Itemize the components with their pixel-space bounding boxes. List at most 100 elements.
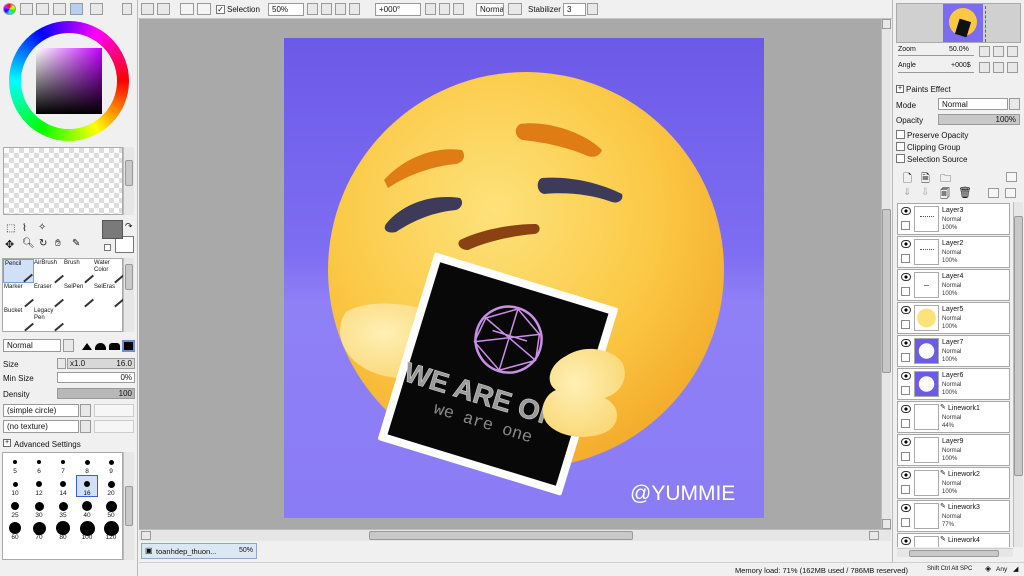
- primary-color-box[interactable]: [102, 220, 123, 239]
- rect-select-icon[interactable]: ⬚: [6, 223, 15, 234]
- visibility-eye-icon[interactable]: [901, 438, 911, 446]
- nav-rotate-right-button[interactable]: [993, 62, 1004, 73]
- layer-item[interactable]: Linework1 Normal 44% ✎: [897, 401, 1010, 433]
- layer-item[interactable]: Linework2 Normal 100% ✎: [897, 467, 1010, 499]
- layer-mask-button[interactable]: [988, 188, 999, 198]
- rotate-left-button[interactable]: [425, 3, 436, 15]
- tool-eraser[interactable]: Eraser: [33, 283, 64, 308]
- eyedropper-icon[interactable]: ✎: [72, 238, 80, 249]
- visibility-eye-icon[interactable]: [901, 207, 911, 215]
- tool-marker[interactable]: Marker: [3, 283, 34, 308]
- edge-hardness-4[interactable]: [122, 340, 135, 352]
- swatch-tab[interactable]: [70, 3, 83, 15]
- edge-hardness-2[interactable]: [95, 343, 106, 350]
- nav-zoom-reset-button[interactable]: [1007, 46, 1018, 57]
- visibility-eye-icon[interactable]: [901, 273, 911, 281]
- visibility-eye-icon[interactable]: [901, 537, 911, 545]
- canvas-hscroll-thumb[interactable]: [369, 531, 633, 540]
- layer-options-button[interactable]: [1006, 172, 1017, 182]
- preserve-opacity-checkbox[interactable]: [896, 130, 905, 139]
- layer-item[interactable]: Layer4 Normal 100%: [897, 269, 1010, 301]
- visibility-eye-icon[interactable]: [901, 240, 911, 248]
- nav-zoom-slider[interactable]: [898, 55, 974, 58]
- brush-shape-strength[interactable]: [94, 404, 134, 417]
- brush-texture-field[interactable]: (no texture): [3, 420, 79, 433]
- visibility-eye-icon[interactable]: [901, 372, 911, 380]
- layer-list-hscrollbar[interactable]: [897, 548, 1013, 557]
- canvas-scroll-left-button[interactable]: [141, 531, 151, 540]
- layer-apply-button[interactable]: [1005, 188, 1016, 198]
- nav-angle-slider[interactable]: [898, 72, 974, 75]
- layer-lock-checkbox[interactable]: [901, 419, 910, 428]
- size-grid-scrollbar[interactable]: [123, 452, 134, 560]
- scratch-scroll-thumb[interactable]: [125, 160, 133, 186]
- palette-tab[interactable]: [53, 3, 66, 15]
- tool-bucket[interactable]: Bucket: [3, 307, 34, 332]
- tool-brush[interactable]: Brush: [63, 259, 94, 284]
- brush-texture-strength[interactable]: [94, 420, 134, 433]
- angle-field[interactable]: +000°: [375, 3, 421, 16]
- saturation-value-square[interactable]: [36, 48, 102, 114]
- visibility-eye-icon[interactable]: [901, 339, 911, 347]
- delete-layer-icon[interactable]: 🗑︎: [958, 186, 972, 199]
- color-wheel-tab[interactable]: [3, 3, 16, 15]
- rotate-reset-button[interactable]: [453, 3, 464, 15]
- lasso-icon[interactable]: ⌇: [22, 223, 27, 234]
- brush-grid-scroll-thumb[interactable]: [125, 264, 133, 290]
- layer-list-scrollbar[interactable]: [1013, 202, 1023, 547]
- edge-hardness-buttons[interactable]: [80, 340, 135, 352]
- brush-shape-field[interactable]: (simple circle): [3, 404, 79, 417]
- layer-item[interactable]: Layer3 Normal 100%: [897, 203, 1010, 235]
- zoom-out-button[interactable]: [307, 3, 318, 15]
- invert-selection-button[interactable]: [197, 3, 211, 15]
- layer-lock-checkbox[interactable]: [901, 518, 910, 527]
- zoom-icon[interactable]: 🔍︎: [22, 238, 35, 249]
- nav-zoom-out-button[interactable]: [979, 46, 990, 57]
- transfer-down-icon[interactable]: ⇩: [921, 187, 929, 198]
- size-multiplier-dropdown[interactable]: [57, 358, 66, 369]
- visibility-eye-icon[interactable]: [901, 471, 911, 479]
- redo-button[interactable]: [157, 3, 170, 15]
- visibility-eye-icon[interactable]: [901, 306, 911, 314]
- tool-airbrush[interactable]: AirBrush: [33, 259, 64, 284]
- visibility-eye-icon[interactable]: [901, 405, 911, 413]
- swap-colors-icon[interactable]: ↷: [125, 221, 133, 232]
- canvas-vscrollbar[interactable]: [881, 19, 891, 529]
- move-icon[interactable]: ✥: [5, 238, 14, 251]
- layer-item[interactable]: Layer5 Normal 100%: [897, 302, 1010, 334]
- layer-lock-checkbox[interactable]: [901, 287, 910, 296]
- hand-icon[interactable]: ✋︎: [55, 238, 61, 249]
- zoom-field[interactable]: 50%: [268, 3, 304, 16]
- magic-wand-icon[interactable]: ✧: [38, 222, 46, 233]
- layer-item[interactable]: Layer2 Normal 100%: [897, 236, 1010, 268]
- zoom-reset-button[interactable]: [335, 3, 346, 15]
- tool-seleras[interactable]: SelEras: [93, 283, 124, 308]
- transparent-color-button[interactable]: [104, 244, 111, 251]
- layer-item[interactable]: Layer6 Normal 100%: [897, 368, 1010, 400]
- brush-shape-dropdown[interactable]: [80, 404, 91, 417]
- tool-legacy-pen[interactable]: Legacy Pen: [33, 307, 64, 332]
- layer-mode-field[interactable]: Normal: [938, 98, 1008, 110]
- canvas-scroll-up-button[interactable]: [882, 19, 891, 29]
- nav-rotate-reset-button[interactable]: [1007, 62, 1018, 73]
- brush-mode-field[interactable]: Normal: [3, 339, 61, 352]
- navigator-preview[interactable]: [896, 3, 1021, 43]
- stabilizer-dropdown[interactable]: [587, 3, 598, 15]
- paints-effect-toggle[interactable]: +: [896, 85, 904, 93]
- stabilizer-field[interactable]: 3: [563, 3, 586, 16]
- density-slider[interactable]: 100: [57, 388, 135, 399]
- tool-pencil[interactable]: Pencil: [3, 259, 34, 283]
- layer-list-hscroll-thumb[interactable]: [909, 550, 999, 557]
- layer-opacity-slider[interactable]: 100%: [938, 114, 1020, 125]
- brush-grid-scrollbar[interactable]: [123, 258, 134, 332]
- layer-list-scroll-thumb[interactable]: [1014, 216, 1023, 476]
- layer-item[interactable]: Layer9 Normal 100%: [897, 434, 1010, 466]
- document-tab[interactable]: ▣ toanhdep_thuon... 50%: [141, 543, 257, 559]
- tool-water-color[interactable]: Water Color: [93, 259, 124, 284]
- canvas-scroll-down-button[interactable]: [882, 519, 891, 529]
- scratch-scrollbar[interactable]: [123, 147, 134, 215]
- brush-texture-dropdown[interactable]: [80, 420, 91, 433]
- layer-item[interactable]: Linework3 Normal 77% ✎: [897, 500, 1010, 532]
- canvas-hscrollbar[interactable]: [139, 529, 891, 541]
- view-mode-field[interactable]: Normal: [476, 3, 504, 16]
